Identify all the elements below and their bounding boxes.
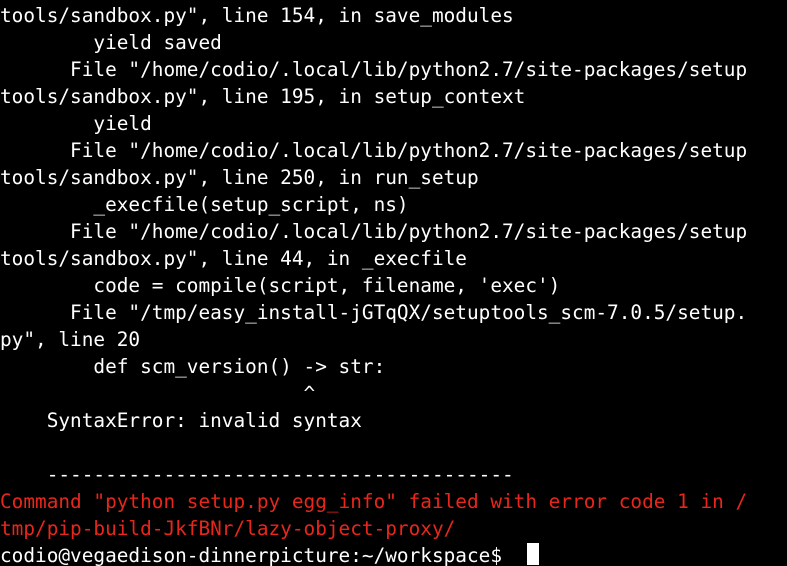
error-message-line: SyntaxError: invalid syntax [0, 409, 362, 432]
terminal-window[interactable]: tools/sandbox.py", line 154, in save_mod… [0, 0, 787, 566]
output-line: py", line 20 [0, 328, 141, 351]
output-line: code = compile(script, filename, 'exec') [0, 274, 561, 297]
separator-line: ---------------------------------------- [0, 463, 514, 486]
output-line: tools/sandbox.py", line 250, in run_setu… [0, 166, 479, 189]
text-cursor [527, 543, 539, 565]
output-line: def scm_version() -> str: [0, 355, 386, 378]
command-error-line: Command "python setup.py egg_info" faile… [0, 490, 748, 513]
output-line: File "/home/codio/.local/lib/python2.7/s… [0, 58, 748, 81]
output-line: File "/home/codio/.local/lib/python2.7/s… [0, 220, 748, 243]
output-line: File "/tmp/easy_install-jGTqQX/setuptool… [0, 301, 748, 324]
command-error-line: tmp/pip-build-JkfBNr/lazy-object-proxy/ [0, 517, 456, 540]
output-line: File "/home/codio/.local/lib/python2.7/s… [0, 139, 748, 162]
shell-prompt: codio@vegaedison-dinnerpicture:~/workspa… [0, 544, 514, 566]
output-line: yield saved [0, 31, 222, 54]
output-line: tools/sandbox.py", line 44, in _execfile [0, 247, 467, 270]
output-line: ^ [0, 382, 316, 405]
output-line: tools/sandbox.py", line 195, in setup_co… [0, 85, 526, 108]
output-line: _execfile(setup_script, ns) [0, 193, 409, 216]
output-line: tools/sandbox.py", line 154, in save_mod… [0, 4, 514, 27]
output-line: yield [0, 112, 152, 135]
